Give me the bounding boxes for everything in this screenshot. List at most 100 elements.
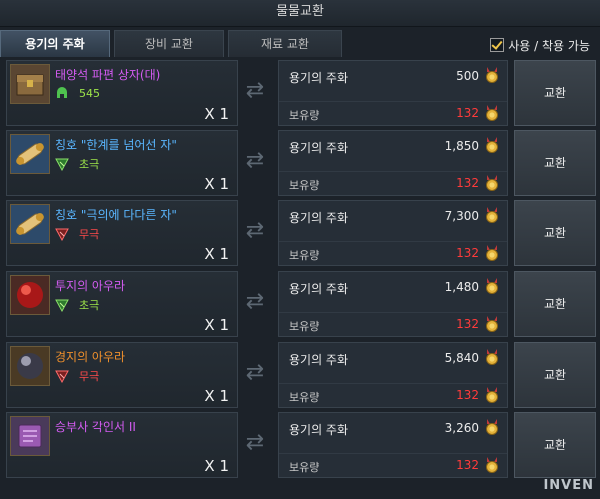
medal-icon [485,316,499,332]
item-grade: 초극 [55,297,99,313]
item-quantity: X 1 [204,457,229,475]
item-price: 1,480 [444,280,479,294]
item-slot[interactable]: 승부사 각인서 II X 1 [6,412,238,478]
grade-badge-icon [55,369,69,384]
exchange-button[interactable]: 교환 [514,342,596,408]
exchange-arrow-icon: ⇄ [245,360,265,385]
price-panel: 용기의 주화 7,300 보유량 132 [278,200,508,266]
item-price: 5,840 [444,351,479,365]
grade-badge-icon [55,227,69,242]
item-slot[interactable]: 경지의 아우라 무극 X 1 [6,342,238,408]
currency-name: 용기의 주화 [289,353,349,367]
exchange-button[interactable]: 교환 [514,200,596,266]
scroll-icon [10,134,50,174]
item-price: 500 [456,69,479,83]
exchange-button[interactable]: 교환 [514,130,596,196]
medal-icon [485,207,499,223]
medal-icon [485,349,499,365]
medal-icon [485,387,499,403]
tab-courage-coin[interactable]: 용기의 주화 [0,30,110,57]
item-slot[interactable]: 투지의 아우라 초극 X 1 [6,271,238,337]
price-panel: 용기의 주화 1,480 보유량 132 [278,271,508,337]
owned-value: 132 [456,458,479,472]
scroll-icon [10,204,50,244]
item-quantity: X 1 [204,175,229,193]
item-grade [55,438,79,452]
item-slot[interactable]: 칭호 "한계를 넘어선 자" 초극 X 1 [6,130,238,196]
owned-label: 보유량 [289,461,320,474]
item-price: 1,850 [444,139,479,153]
owned-value: 132 [456,317,479,331]
item-name: 칭호 "한계를 넘어선 자" [55,138,177,152]
item-name: 칭호 "극의에 다다른 자" [55,208,177,222]
owned-label: 보유량 [289,391,320,404]
currency-name: 용기의 주화 [289,282,349,296]
item-grade: 545 [55,86,100,100]
medal-icon [485,457,499,473]
usable-checkbox[interactable] [490,38,505,52]
medal-icon [485,419,499,435]
item-quantity: X 1 [204,316,229,334]
exchange-row: 승부사 각인서 II X 1 ⇄ 용기의 주화 3,260 보유량 132 교환 [6,412,596,478]
item-name: 태양석 파편 상자(대) [55,68,161,82]
exchange-arrow-icon: ⇄ [245,430,265,455]
item-quantity: X 1 [204,245,229,263]
owned-label: 보유량 [289,249,320,262]
tab-material-exchange[interactable]: 재료 교환 [228,30,342,57]
item-slot[interactable]: 칭호 "극의에 다다른 자" 무극 X 1 [6,200,238,266]
owned-value: 132 [456,388,479,402]
item-grade: 무극 [55,226,99,242]
item-grade-label: 무극 [79,370,100,383]
item-grade: 무극 [55,368,99,384]
owned-label: 보유량 [289,109,320,122]
item-grade-label: 초극 [79,158,100,171]
item-grade-label: 초극 [79,299,100,312]
exchange-button[interactable]: 교환 [514,271,596,337]
item-name: 경지의 아우라 [55,350,126,364]
owned-value: 132 [456,246,479,260]
exchange-row: 경지의 아우라 무극 X 1 ⇄ 용기의 주화 5,840 보유량 132 교환 [6,342,596,408]
item-quantity: X 1 [204,105,229,123]
currency-name: 용기의 주화 [289,423,349,437]
orb-grey-icon [10,346,50,386]
window-title: 물물교환 [0,0,600,27]
currency-name: 용기의 주화 [289,141,349,155]
price-panel: 용기의 주화 1,850 보유량 132 [278,130,508,196]
item-price: 7,300 [444,209,479,223]
item-price: 3,260 [444,421,479,435]
item-quantity: X 1 [204,387,229,405]
medal-icon [485,175,499,191]
medal-icon [485,67,499,83]
exchange-row: 칭호 "극의에 다다른 자" 무극 X 1 ⇄ 용기의 주화 7,300 보유량… [6,200,596,266]
usable-filter[interactable]: 사용 / 착용 가능 [490,36,590,54]
item-grade-label: 무극 [79,228,100,241]
owned-label: 보유량 [289,320,320,333]
exchange-row: 칭호 "한계를 넘어선 자" 초극 X 1 ⇄ 용기의 주화 1,850 보유량… [6,130,596,196]
item-name: 승부사 각인서 II [55,420,136,434]
usable-filter-label: 사용 / 착용 가능 [508,38,590,53]
grade-badge-icon [55,438,69,452]
chest-icon [10,64,50,104]
watermark: INVEN [543,478,594,493]
exchange-button[interactable]: 교환 [514,60,596,126]
price-panel: 용기의 주화 3,260 보유량 132 [278,412,508,478]
book-icon [10,416,50,456]
exchange-arrow-icon: ⇄ [245,78,265,103]
exchange-arrow-icon: ⇄ [245,148,265,173]
grade-badge-icon [55,86,69,100]
currency-name: 용기의 주화 [289,211,349,225]
owned-label: 보유량 [289,179,320,192]
orb-red-icon [10,275,50,315]
item-grade-label: 545 [79,86,100,100]
owned-value: 132 [456,106,479,120]
exchange-button[interactable]: 교환 [514,412,596,478]
grade-badge-icon [55,298,69,313]
medal-icon [485,105,499,121]
item-name: 투지의 아우라 [55,279,126,293]
tab-equipment-exchange[interactable]: 장비 교환 [114,30,224,57]
item-slot[interactable]: 태양석 파편 상자(대) 545 X 1 [6,60,238,126]
grade-badge-icon [55,157,69,172]
price-panel: 용기의 주화 5,840 보유량 132 [278,342,508,408]
currency-name: 용기의 주화 [289,71,349,85]
medal-icon [485,245,499,261]
